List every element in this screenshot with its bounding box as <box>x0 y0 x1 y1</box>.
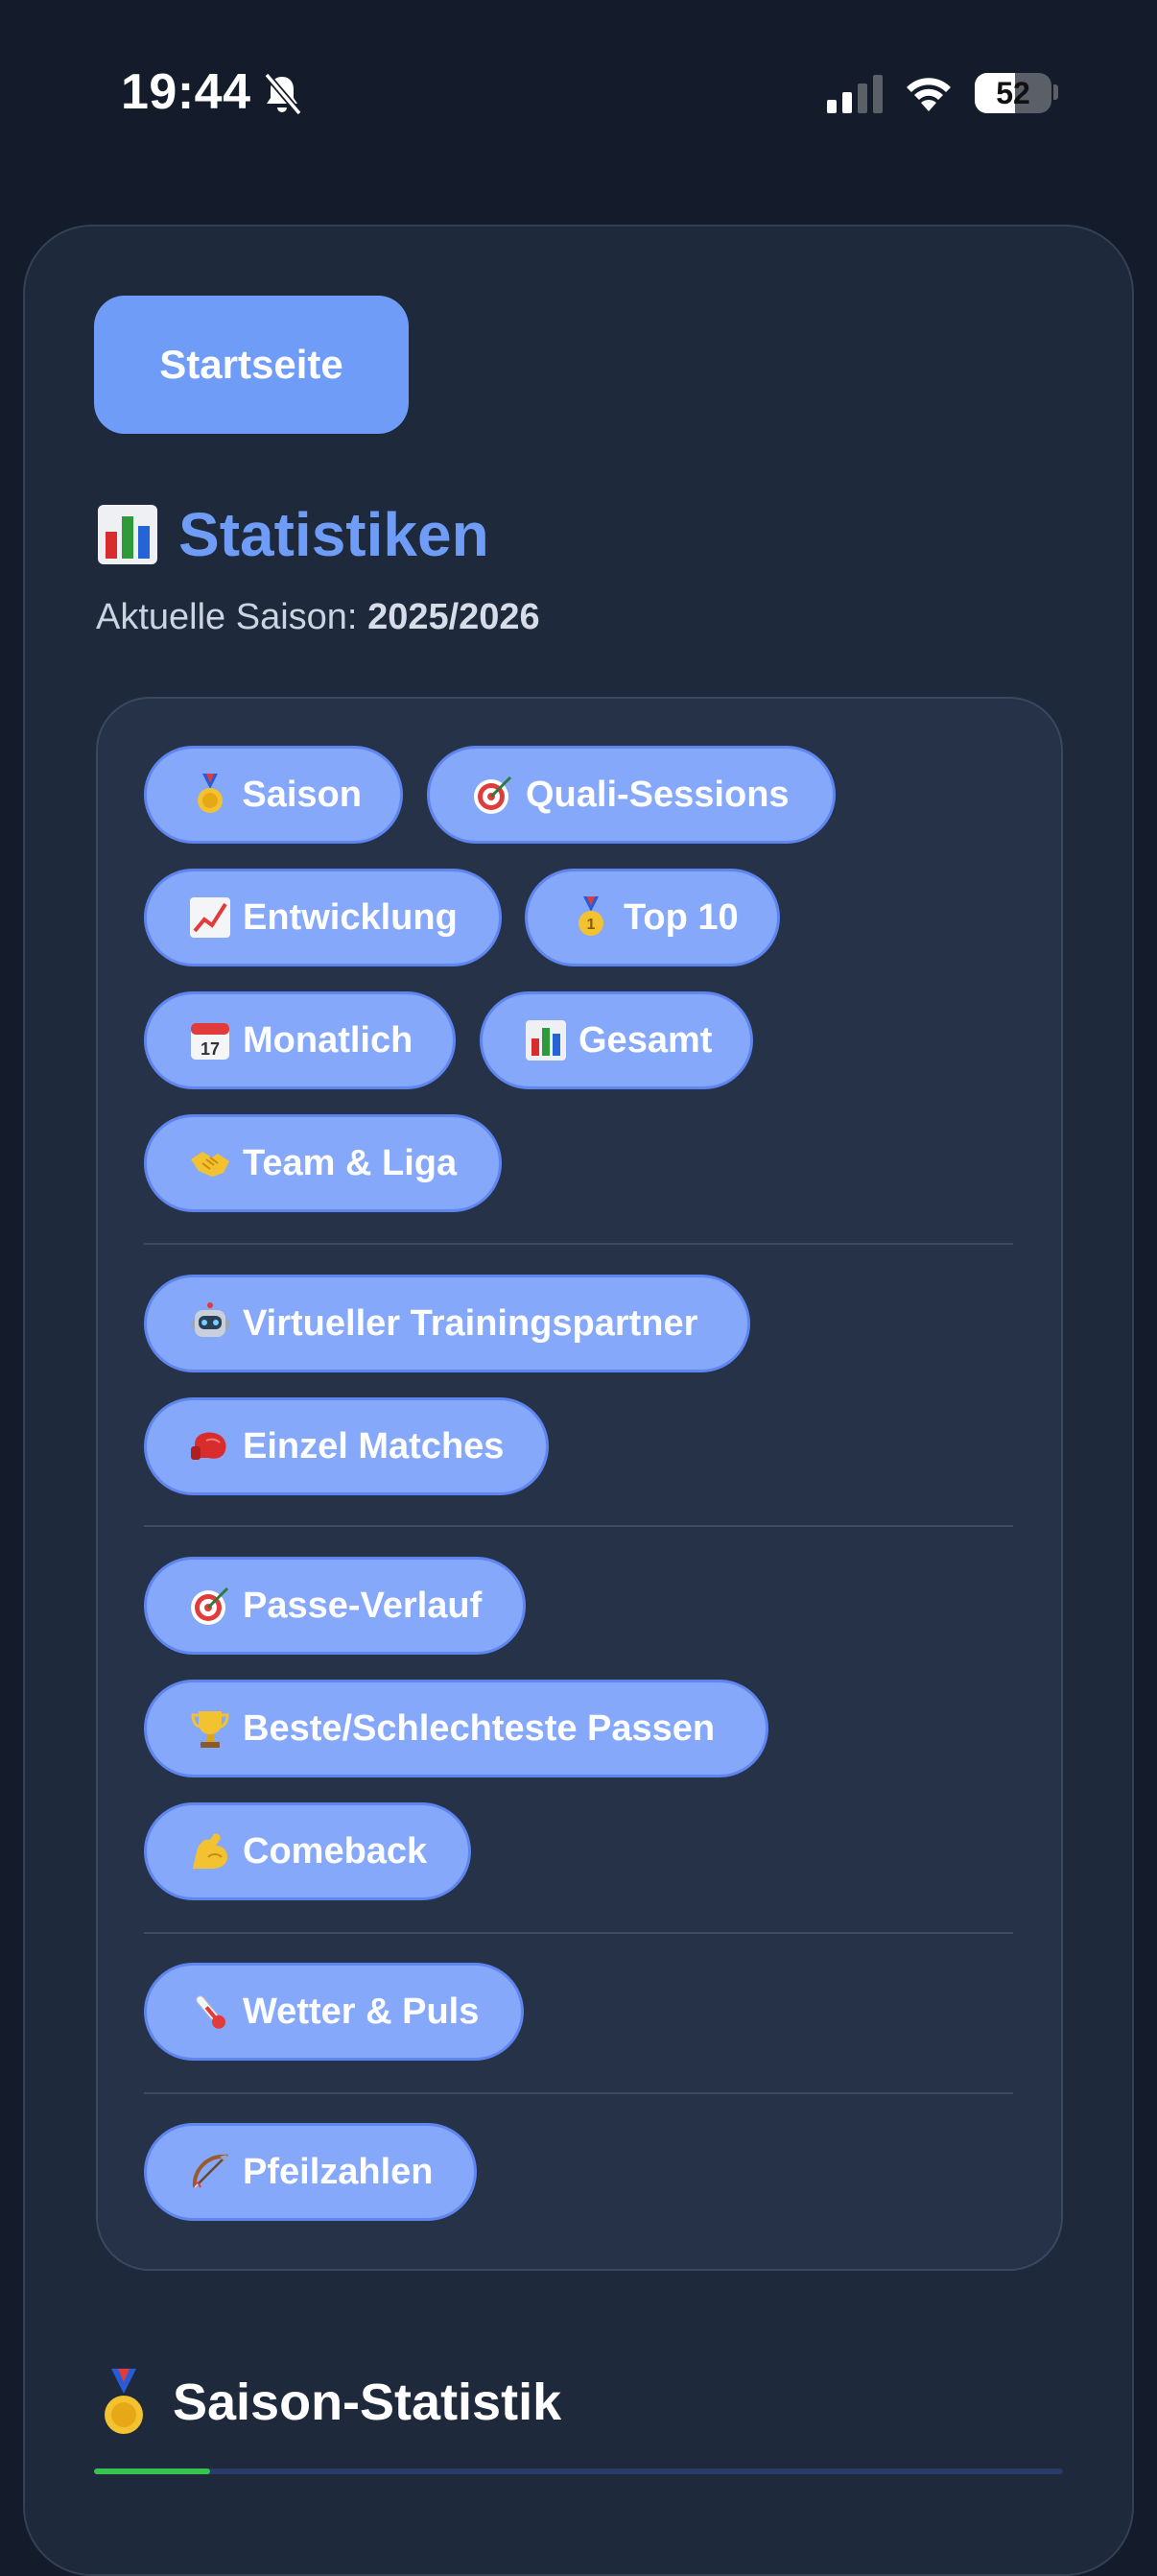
medal-icon <box>189 774 230 816</box>
nav-einzel-matches[interactable]: Einzel Matches <box>144 1397 549 1495</box>
gold-medal-icon: 1 <box>570 896 612 939</box>
section-progress-fill <box>94 2469 211 2474</box>
nav-monatlich[interactable]: 17 Monatlich <box>144 991 456 1089</box>
calendar-icon: 17 <box>189 1019 231 1061</box>
bow-and-arrow-icon <box>189 2151 231 2193</box>
status-bar: 19:44 52 <box>0 0 1157 192</box>
nav-passe-verlauf[interactable]: Passe-Verlauf <box>144 1557 526 1655</box>
nav-divider <box>144 2092 1013 2094</box>
nav-virtueller-trainingspartner[interactable]: Virtueller Trainingspartner <box>144 1275 750 1372</box>
svg-text:17: 17 <box>201 1039 220 1059</box>
season-value: 2025/2026 <box>367 597 540 637</box>
thermometer-icon <box>189 1991 231 2033</box>
target-icon <box>472 774 514 816</box>
battery-indicator: 52 <box>975 73 1051 113</box>
flexed-biceps-icon <box>189 1830 231 1872</box>
bell-slash-icon <box>264 72 302 116</box>
cellular-signal-icon <box>827 75 883 113</box>
nav-divider <box>144 1243 1013 1245</box>
nav-beste-label: Beste/Schlechteste Passen <box>243 1707 716 1749</box>
nav-passe-verlauf-label: Passe-Verlauf <box>243 1585 483 1626</box>
nav-divider <box>144 1932 1013 1934</box>
home-button[interactable]: Startseite <box>94 296 409 434</box>
nav-team-liga[interactable]: Team & Liga <box>144 1114 502 1212</box>
nav-quali-sessions[interactable]: Quali-Sessions <box>427 746 836 844</box>
battery-cap <box>1053 84 1058 100</box>
nav-divider <box>144 1525 1013 1527</box>
handshake-icon <box>189 1142 231 1184</box>
nav-team-label: Team & Liga <box>243 1142 458 1183</box>
nav-comeback[interactable]: Comeback <box>144 1802 471 1900</box>
nav-gesamt-label: Gesamt <box>578 1019 713 1061</box>
nav-wetter-puls[interactable]: Wetter & Puls <box>144 1963 524 2061</box>
nav-top10-label: Top 10 <box>624 896 739 938</box>
page-title-text: Statistiken <box>178 500 489 569</box>
robot-icon <box>189 1302 231 1345</box>
medal-icon <box>100 2369 148 2436</box>
svg-text:1: 1 <box>587 917 596 933</box>
chart-increasing-icon <box>189 896 231 939</box>
nav-pfeilzahlen[interactable]: Pfeilzahlen <box>144 2123 477 2221</box>
battery-percent: 52 <box>996 76 1030 110</box>
bar-chart-icon <box>525 1019 567 1061</box>
season-label: Aktuelle Saison: <box>96 597 358 637</box>
nav-entwicklung-label: Entwicklung <box>243 896 458 938</box>
nav-wetter-label: Wetter & Puls <box>243 1991 480 2032</box>
nav-pfeilzahlen-label: Pfeilzahlen <box>243 2151 434 2192</box>
nav-trainingspartner-label: Virtueller Trainingspartner <box>243 1302 698 1344</box>
status-time: 19:44 <box>121 64 251 120</box>
nav-saison-label: Saison <box>242 774 362 815</box>
nav-top-10[interactable]: 1 Top 10 <box>525 869 780 966</box>
page-title: Statistiken <box>96 499 489 570</box>
section-title: Saison-Statistik <box>100 2369 561 2436</box>
nav-gesamt[interactable]: Gesamt <box>480 991 753 1089</box>
season-info: Aktuelle Saison: 2025/2026 <box>96 597 540 638</box>
bar-chart-icon <box>96 503 159 566</box>
nav-monatlich-label: Monatlich <box>243 1019 413 1061</box>
boxing-glove-icon <box>189 1425 231 1467</box>
nav-beste-schlechteste-passen[interactable]: Beste/Schlechteste Passen <box>144 1680 768 1777</box>
nav-quali-label: Quali-Sessions <box>526 774 790 815</box>
wifi-icon <box>907 78 951 111</box>
nav-entwicklung[interactable]: Entwicklung <box>144 869 502 966</box>
nav-saison[interactable]: Saison <box>144 746 403 844</box>
section-progress-bar <box>94 2469 1063 2474</box>
target-icon <box>189 1585 231 1627</box>
nav-einzel-label: Einzel Matches <box>243 1425 505 1467</box>
trophy-icon <box>189 1707 231 1750</box>
section-title-text: Saison-Statistik <box>173 2373 562 2431</box>
nav-comeback-label: Comeback <box>243 1830 428 1872</box>
